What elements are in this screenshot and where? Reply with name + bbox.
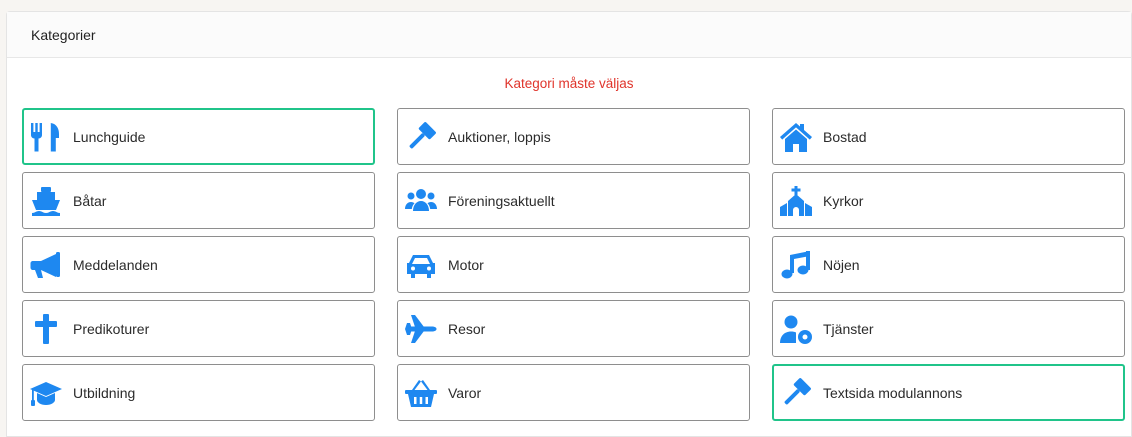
shopping-basket-icon <box>403 376 439 410</box>
category-label: Tjänster <box>823 320 874 337</box>
users-icon <box>403 184 439 218</box>
category-label: Predikoturer <box>73 320 150 337</box>
category-label: Nöjen <box>823 256 860 273</box>
category-label: Resor <box>448 320 486 337</box>
category-label: Varor <box>448 384 482 401</box>
category-kyrkor[interactable]: Kyrkor <box>772 172 1125 229</box>
category-batar[interactable]: Båtar <box>22 172 375 229</box>
category-tjanster[interactable]: Tjänster <box>772 300 1125 357</box>
category-label: Båtar <box>73 192 107 209</box>
card-header: Kategorier <box>7 12 1131 58</box>
graduation-cap-icon <box>28 376 64 410</box>
ship-icon <box>28 184 64 218</box>
home-icon <box>778 120 814 154</box>
category-varor[interactable]: Varor <box>397 364 750 421</box>
gavel-icon <box>403 120 439 154</box>
category-foreningsaktuellt[interactable]: Föreningsaktuellt <box>397 172 750 229</box>
category-label: Lunchguide <box>73 128 146 145</box>
category-bostad[interactable]: Bostad <box>772 108 1125 165</box>
category-resor[interactable]: Resor <box>397 300 750 357</box>
card-title: Kategorier <box>31 26 96 43</box>
category-label: Meddelanden <box>73 256 158 273</box>
category-predikoturer[interactable]: Predikoturer <box>22 300 375 357</box>
category-label: Kyrkor <box>823 192 864 209</box>
category-nojen[interactable]: Nöjen <box>772 236 1125 293</box>
category-lunchguide[interactable]: Lunchguide <box>22 108 375 165</box>
bullhorn-icon <box>28 248 64 282</box>
category-label: Textsida modulannons <box>823 384 963 401</box>
utensils-icon <box>28 120 64 154</box>
categories-card: Kategorier Kategori måste väljas Lunchgu… <box>6 11 1132 437</box>
category-label: Utbildning <box>73 384 136 401</box>
category-label: Auktioner, loppis <box>448 128 551 145</box>
category-utbildning[interactable]: Utbildning <box>22 364 375 421</box>
plane-icon <box>403 312 439 346</box>
category-auktioner-loppis[interactable]: Auktioner, loppis <box>397 108 750 165</box>
category-grid: Lunchguide Auktioner, loppis Bostad Båta… <box>22 108 1125 421</box>
category-label: Bostad <box>823 128 867 145</box>
category-motor[interactable]: Motor <box>397 236 750 293</box>
category-label: Motor <box>448 256 484 273</box>
category-label: Föreningsaktuellt <box>448 192 555 209</box>
user-cog-icon <box>778 312 814 346</box>
car-icon <box>403 248 439 282</box>
category-meddelanden[interactable]: Meddelanden <box>22 236 375 293</box>
gavel-icon <box>778 376 814 410</box>
category-textsida-modulannons[interactable]: Textsida modulannons <box>772 364 1125 421</box>
cross-icon <box>28 312 64 346</box>
church-icon <box>778 184 814 218</box>
validation-error: Kategori måste väljas <box>504 76 634 91</box>
music-icon <box>778 248 814 282</box>
